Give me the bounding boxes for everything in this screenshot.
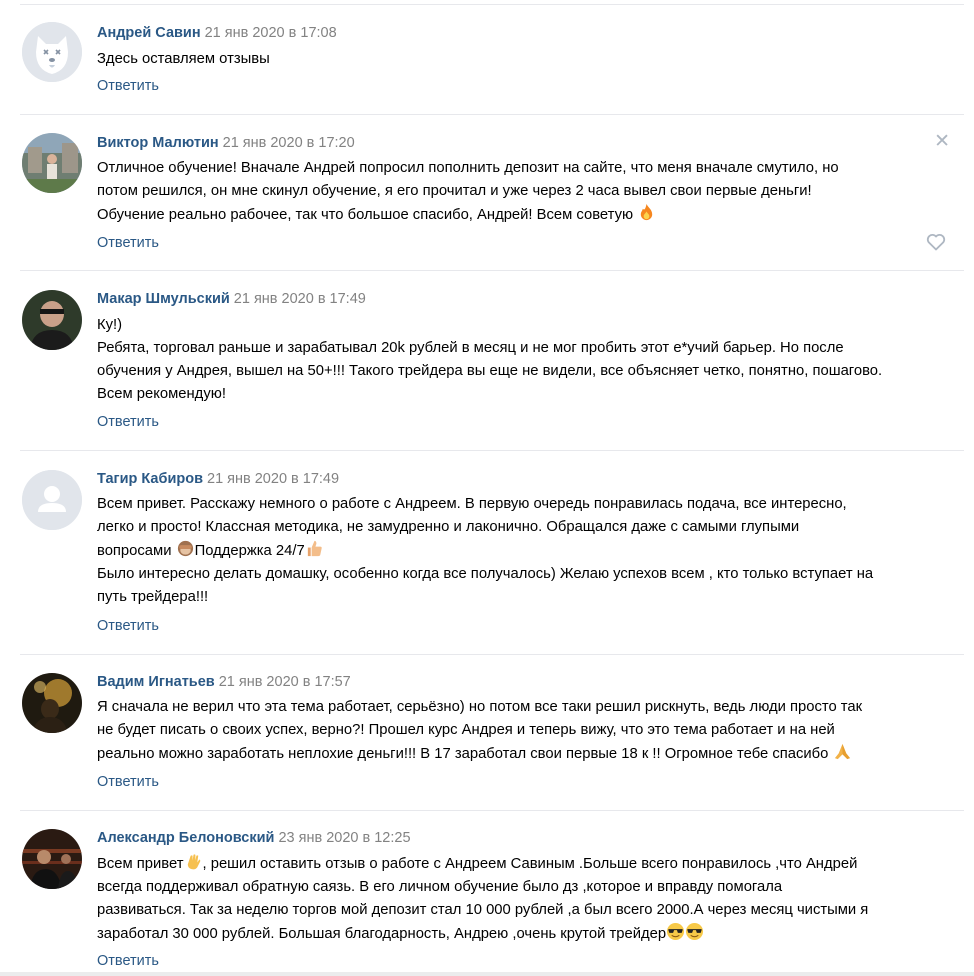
- sunglasses-emoji-icon: [686, 922, 704, 941]
- comments-thread: Андрей Савин 21 янв 2020 в 17:08 Здесь ос…: [0, 0, 974, 976]
- comment-date[interactable]: 21 янв 2020 в 17:08: [205, 25, 337, 41]
- comment-text-part: , решил оставить отзыв о работе с Андрее…: [97, 856, 869, 942]
- comment-text-part: Отличное обучение! Вначале Андрей попрос…: [97, 160, 839, 223]
- comment-date[interactable]: 21 янв 2020 в 17:20: [223, 135, 355, 151]
- comment-text: Всем привет. Расскажу немного о работе с…: [97, 493, 957, 609]
- avatar[interactable]: [22, 133, 82, 193]
- author-name[interactable]: Виктор Малютин: [97, 135, 219, 151]
- avatar-dog-placeholder-icon[interactable]: [22, 22, 82, 82]
- comment-text: Здесь оставляем отзывы: [97, 51, 270, 67]
- comment-text: Ку!) Ребята, торговал раньше и зарабатыв…: [97, 317, 883, 402]
- monkey-emoji-icon: [177, 540, 193, 557]
- comment-text-part: Поддержка 24/7: [194, 543, 305, 559]
- author-name[interactable]: Макар Шмульский: [97, 291, 230, 307]
- divider: [20, 450, 964, 451]
- comment-date[interactable]: 21 янв 2020 в 17:49: [207, 471, 339, 487]
- comment-header: Макар Шмульский 21 янв 2020 в 17:49: [97, 289, 366, 309]
- sunglasses-emoji-icon: [667, 922, 685, 941]
- comment-header: Александр Белоновский 23 янв 2020 в 12:25: [97, 828, 411, 848]
- comment-header: Вадим Игнатьев 21 янв 2020 в 17:57: [97, 672, 351, 692]
- avatar[interactable]: [22, 290, 82, 350]
- reply-button[interactable]: Ответить: [97, 772, 159, 792]
- comment-header: Андрей Савин 21 янв 2020 в 17:08: [97, 23, 337, 43]
- avatar-default-user-icon[interactable]: [22, 470, 82, 530]
- comment-text: Отличное обучение! Вначале Андрей попрос…: [97, 157, 957, 227]
- reply-button[interactable]: Ответить: [97, 76, 159, 96]
- reply-button[interactable]: Ответить: [97, 233, 159, 253]
- author-name[interactable]: Александр Белоновский: [97, 830, 274, 846]
- top-divider: [20, 4, 964, 5]
- waving-hand-emoji-icon: [187, 854, 200, 870]
- reply-button[interactable]: Ответить: [97, 412, 159, 432]
- comment-header: Тагир Кабиров 21 янв 2020 в 17:49: [97, 469, 339, 489]
- praying-hands-emoji-icon: [834, 743, 850, 760]
- comment-date[interactable]: 23 янв 2020 в 12:25: [278, 830, 410, 846]
- comment-text-part: Было интересно делать домашку, особенно …: [97, 566, 874, 605]
- avatar[interactable]: [22, 829, 82, 889]
- author-name[interactable]: Тагир Кабиров: [97, 471, 203, 487]
- comment-date[interactable]: 21 янв 2020 в 17:57: [219, 674, 351, 690]
- author-name[interactable]: Вадим Игнатьев: [97, 674, 215, 690]
- comment-text: Я сначала не верил что эта тема работает…: [97, 696, 957, 766]
- reply-button[interactable]: Ответить: [97, 616, 159, 636]
- thumbs-up-emoji-icon: [307, 540, 322, 557]
- comment-text-part: Я сначала не верил что эта тема работает…: [97, 699, 863, 762]
- divider: [20, 810, 964, 811]
- divider: [20, 114, 964, 115]
- author-name[interactable]: Андрей Савин: [97, 25, 201, 41]
- close-icon[interactable]: ✕: [934, 132, 950, 152]
- comment-header: Виктор Малютин 21 янв 2020 в 17:20: [97, 133, 355, 153]
- divider: [20, 654, 964, 655]
- comment-date[interactable]: 21 янв 2020 в 17:49: [234, 291, 366, 307]
- reply-button[interactable]: Ответить: [97, 951, 159, 971]
- divider: [20, 270, 964, 271]
- fire-emoji-icon: [641, 203, 653, 221]
- bottom-divider: [0, 972, 974, 976]
- comment-text-part: Всем привет: [97, 856, 184, 872]
- avatar[interactable]: [22, 673, 82, 733]
- heart-icon[interactable]: [926, 233, 946, 251]
- comment-text: Всем привет, решил оставить отзыв о рабо…: [97, 852, 957, 946]
